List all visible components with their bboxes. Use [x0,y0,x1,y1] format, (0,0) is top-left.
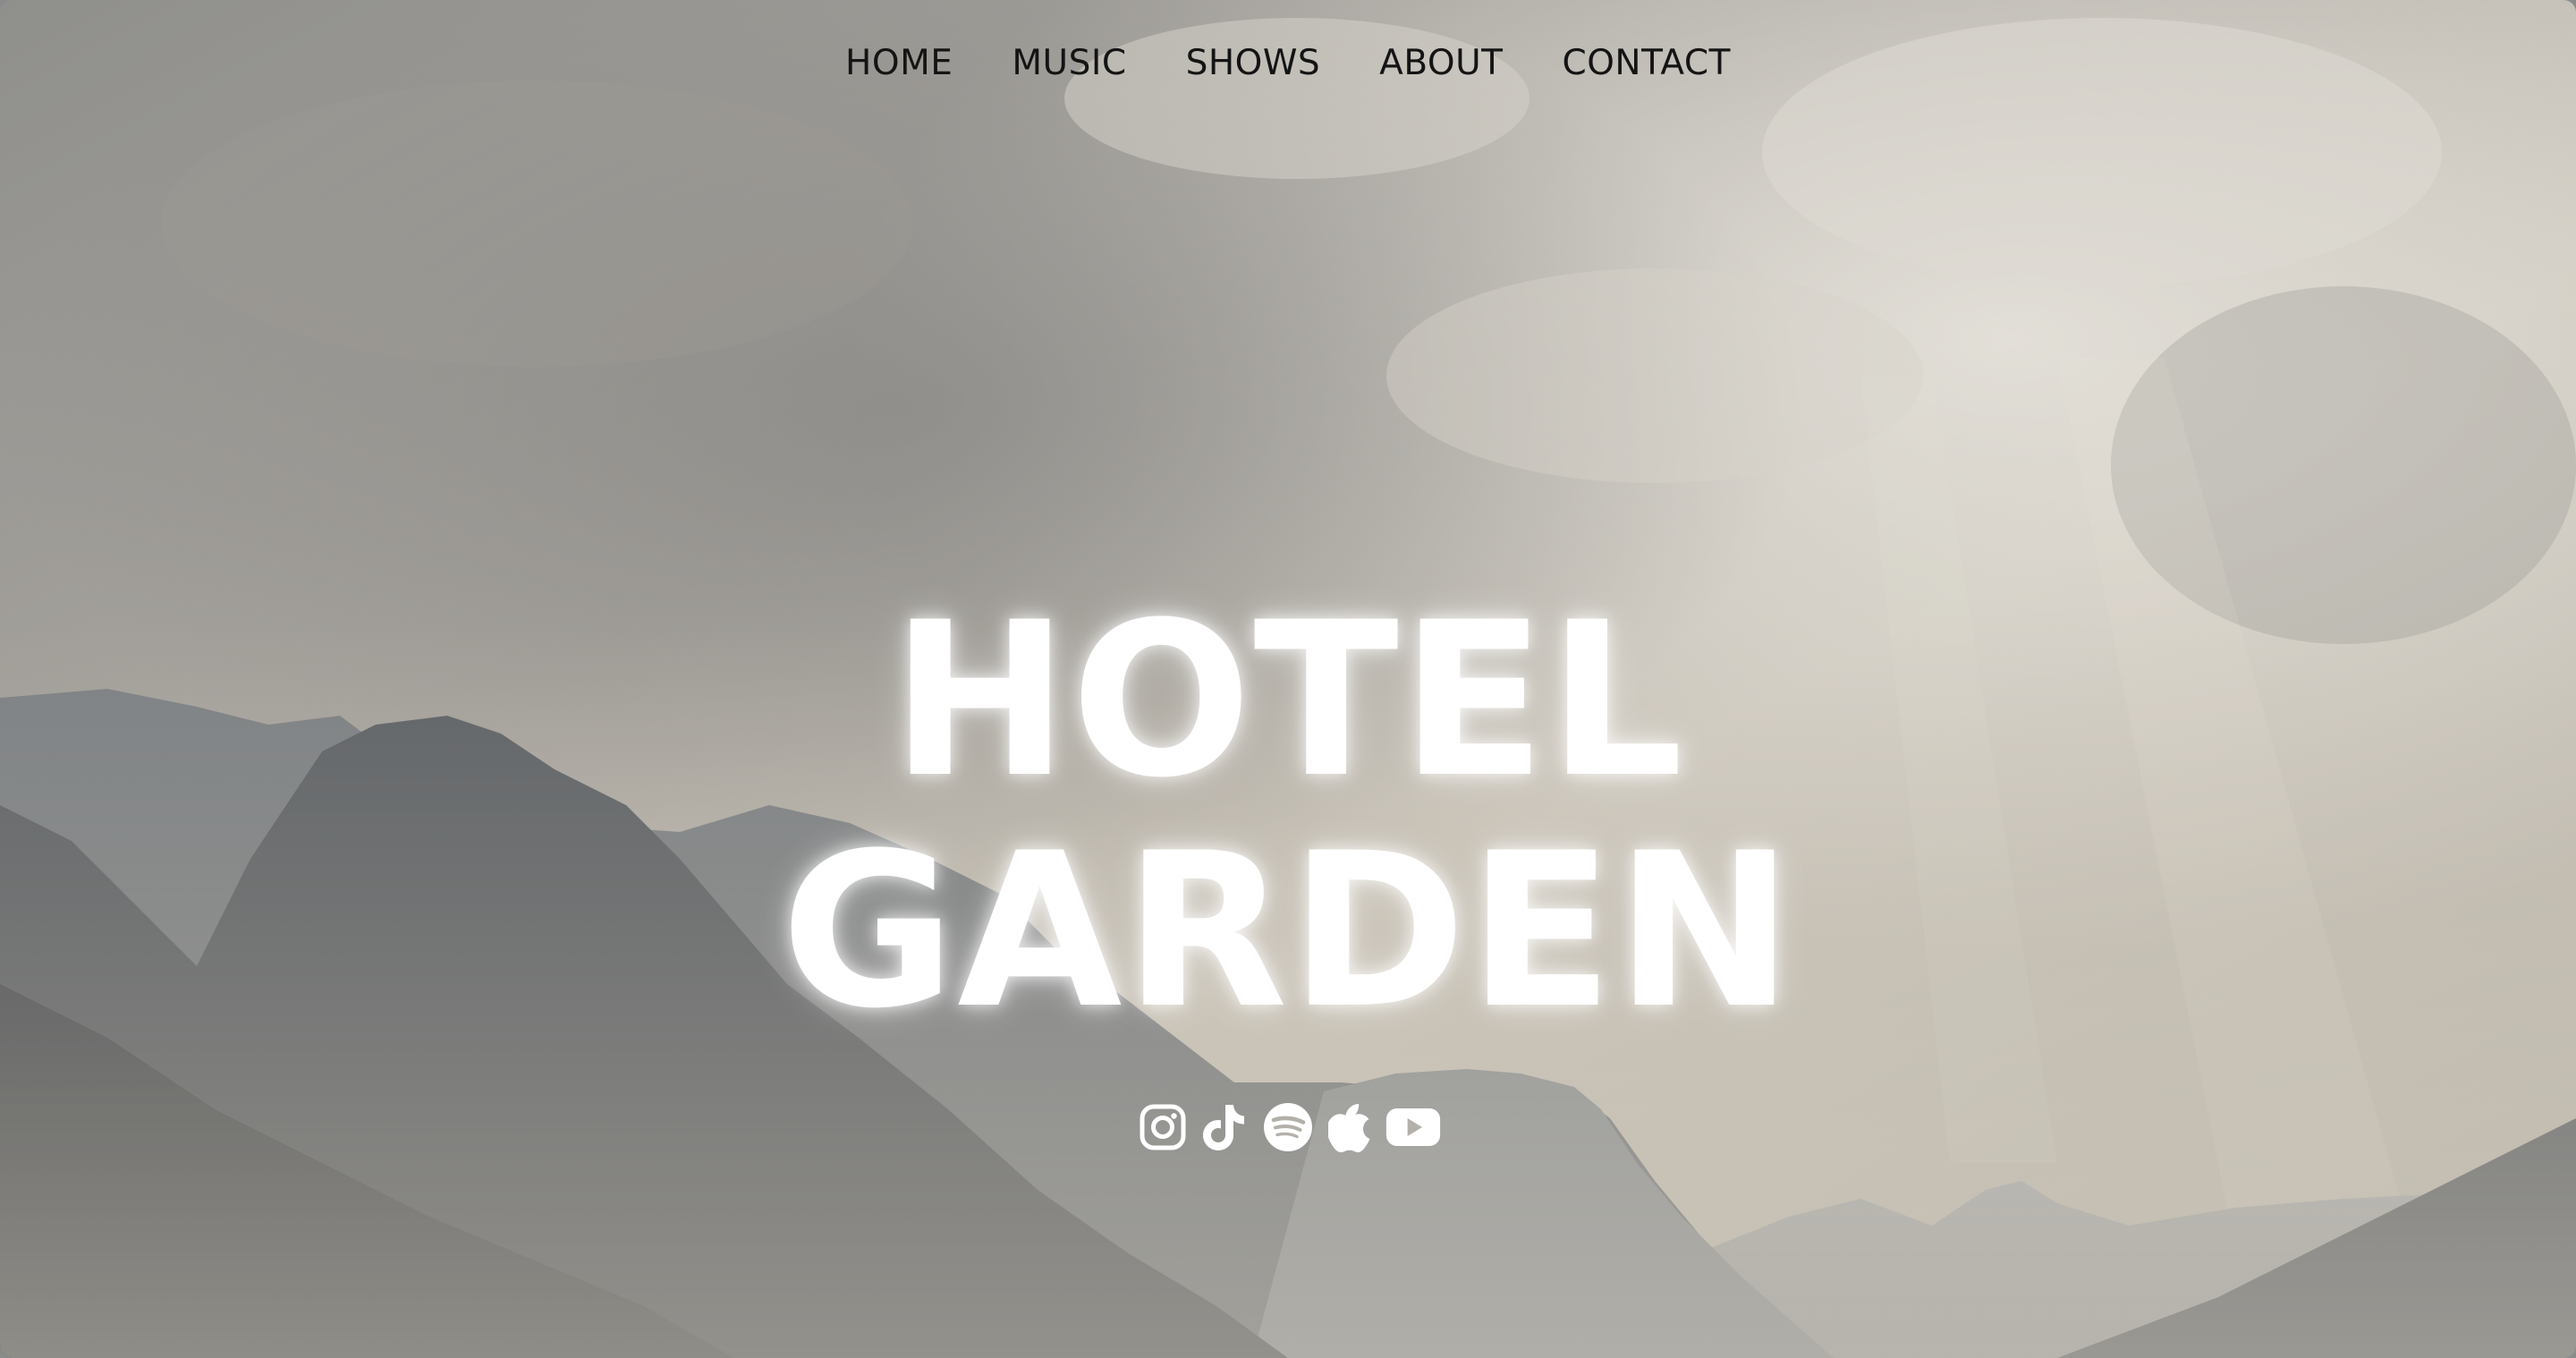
nav-link-home[interactable]: HOME [844,43,953,83]
page: HOME MUSIC SHOWS ABOUT CONTACT HOTEL GAR… [0,0,2576,1358]
site-title-line-1: HOTEL [890,577,1686,825]
youtube-icon[interactable] [1385,1099,1441,1156]
tiktok-icon[interactable] [1198,1099,1253,1156]
main-nav: HOME MUSIC SHOWS ABOUT CONTACT [0,0,2576,125]
site-title-line-2: GARDEN [780,808,1796,1056]
nav-link-contact[interactable]: CONTACT [1562,43,1732,83]
apple-music-icon[interactable] [1323,1099,1378,1156]
nav-link-shows[interactable]: SHOWS [1185,43,1322,83]
social-links [0,1099,2576,1156]
site-title: HOTEL GARDEN [0,586,2576,1048]
nav-link-about[interactable]: ABOUT [1378,43,1504,83]
spotify-icon[interactable] [1260,1099,1316,1156]
nav-link-music[interactable]: MUSIC [1011,43,1127,83]
instagram-icon[interactable] [1135,1099,1191,1156]
